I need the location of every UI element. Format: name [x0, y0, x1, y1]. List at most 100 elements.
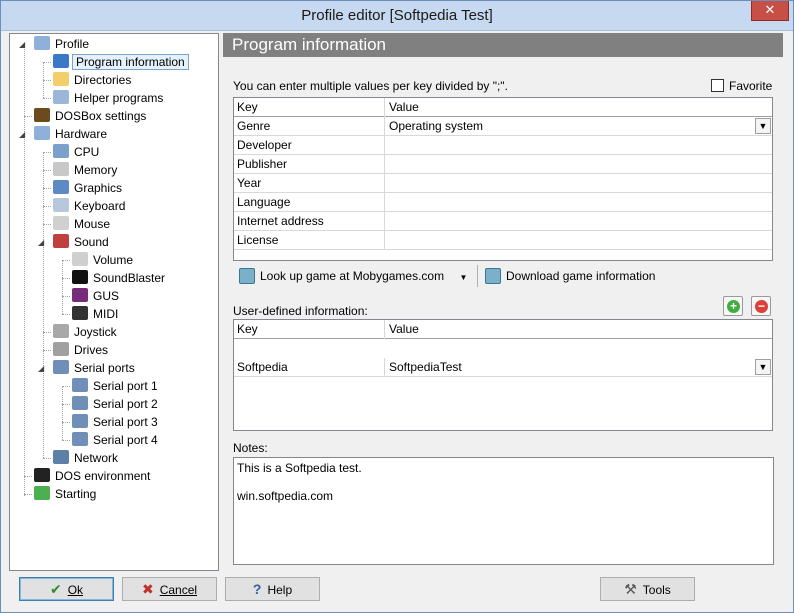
tree-item[interactable]: Helper programs [53, 89, 165, 107]
tree-item[interactable]: Network [53, 449, 120, 467]
minus-icon: − [755, 300, 768, 313]
tree-item[interactable]: DOS environment [34, 467, 152, 485]
tree-item[interactable]: CPU [53, 143, 101, 161]
tree-line [43, 62, 51, 63]
tools-button[interactable]: ⚒ Tools [600, 577, 695, 601]
table-row[interactable]: Developer [234, 136, 772, 155]
tree-item[interactable]: Mouse [53, 215, 112, 233]
tree-item-label: CPU [74, 145, 100, 159]
ok-label: Ok [67, 583, 84, 597]
table-row[interactable]: Genre Operating system ▼ [234, 117, 772, 136]
key-cell[interactable]: License [234, 231, 385, 250]
value-cell[interactable]: SoftpediaTest [386, 358, 772, 377]
keyboard-icon [53, 198, 69, 212]
tree-item[interactable]: MIDI [72, 305, 120, 323]
tree-item[interactable]: Program information [53, 53, 189, 71]
tree-item[interactable]: Volume [72, 251, 135, 269]
key-cell[interactable]: Genre [234, 117, 385, 136]
notes-label: Notes: [233, 441, 268, 455]
key-cell[interactable]: Year [234, 174, 385, 193]
key-cell[interactable]: Developer [234, 136, 385, 155]
lookup-mobygames-button[interactable]: Look up game at Mobygames.com ▼ [239, 265, 467, 287]
ok-button[interactable]: ✔ Ok [19, 577, 114, 601]
question-icon: ? [252, 581, 262, 597]
notes-line: This is a Softpedia test. [237, 461, 362, 475]
checkbox-box[interactable] [711, 79, 724, 92]
tree-item-label: Joystick [74, 325, 117, 339]
notes-textarea[interactable]: This is a Softpedia test. win.softpedia.c… [233, 457, 774, 565]
dos-environment-icon [34, 468, 50, 482]
tree-item[interactable]: Serial port 1 [72, 377, 160, 395]
tree-item[interactable]: SoundBlaster [72, 269, 167, 287]
cancel-button[interactable]: ✖ Cancel [122, 577, 217, 601]
program-information-panel: Program information You can enter multip… [223, 33, 783, 571]
profile-editor-window: Profile editor [Softpedia Test] ✕ Profil… [0, 0, 794, 613]
tree-item[interactable]: Memory [53, 161, 119, 179]
expand-toggle-icon[interactable]: ◢ [38, 238, 47, 247]
chevron-down-icon[interactable]: ▼ [755, 118, 771, 134]
tree-item[interactable]: Sound [53, 233, 111, 251]
tree-line [62, 260, 70, 261]
expand-toggle-icon[interactable]: ◢ [19, 130, 28, 139]
chevron-down-icon[interactable]: ▼ [459, 273, 467, 282]
value-cell[interactable] [386, 136, 772, 155]
soundblaster-icon [72, 270, 88, 284]
tree-item[interactable]: Graphics [53, 179, 124, 197]
key-cell[interactable]: Internet address [234, 212, 385, 231]
tree-item[interactable]: Keyboard [53, 197, 127, 215]
favorite-label: Favorite [729, 79, 773, 93]
tree-line [24, 116, 32, 117]
tree-line [43, 332, 51, 333]
table-row[interactable]: Year [234, 174, 772, 193]
table-row[interactable]: Softpedia SoftpediaTest ▼ [234, 358, 772, 377]
tree-item[interactable]: Joystick [53, 323, 119, 341]
tree-item[interactable]: Serial port 3 [72, 413, 160, 431]
serial-port-icon [72, 378, 88, 392]
tree-item-label: Helper programs [74, 91, 164, 105]
tree-item[interactable]: Starting [34, 485, 98, 503]
settings-tree[interactable]: Profile ◢ Program information Directories He… [9, 33, 219, 571]
value-cell[interactable]: Operating system [386, 117, 772, 136]
tree-item[interactable]: Serial ports [53, 359, 137, 377]
user-defined-grid[interactable]: Key Value Softpedia SoftpediaTest ▼ [233, 319, 773, 431]
tree-item[interactable]: Hardware [34, 125, 109, 143]
tree-item-label: Drives [74, 343, 109, 357]
mouse-icon [53, 216, 69, 230]
tree-item[interactable]: Drives [53, 341, 110, 359]
table-row[interactable]: Language [234, 193, 772, 212]
download-game-info-button[interactable]: Download game information [485, 265, 655, 287]
value-cell[interactable] [386, 212, 772, 231]
chevron-down-icon[interactable]: ▼ [755, 359, 771, 375]
value-cell[interactable] [386, 174, 772, 193]
value-cell[interactable] [386, 155, 772, 174]
graphics-icon [53, 180, 69, 194]
help-button[interactable]: ? Help [225, 577, 320, 601]
tree-line [43, 350, 51, 351]
tree-item-label: Directories [74, 73, 132, 87]
value-cell[interactable] [386, 231, 772, 250]
key-cell[interactable]: Language [234, 193, 385, 212]
tree-line [43, 224, 51, 225]
tree-item-label: MIDI [93, 307, 119, 321]
favorite-checkbox[interactable]: Favorite [711, 79, 772, 93]
tree-item[interactable]: Serial port 2 [72, 395, 160, 413]
table-row[interactable]: Publisher [234, 155, 772, 174]
expand-toggle-icon[interactable]: ◢ [38, 364, 47, 373]
table-row[interactable]: Internet address [234, 212, 772, 231]
value-cell[interactable] [386, 193, 772, 212]
tree-item[interactable]: Serial port 4 [72, 431, 160, 449]
expand-toggle-icon[interactable]: ◢ [19, 40, 28, 49]
tree-item[interactable]: DOSBox settings [34, 107, 148, 125]
key-cell[interactable]: Publisher [234, 155, 385, 174]
table-row[interactable]: License [234, 231, 772, 250]
key-cell[interactable]: Softpedia [234, 358, 385, 377]
remove-entry-button[interactable]: − [751, 296, 771, 316]
tree-item-label: GUS [93, 289, 120, 303]
add-entry-button[interactable]: + [723, 296, 743, 316]
close-button[interactable]: ✕ [751, 1, 789, 21]
folder-icon [53, 72, 69, 86]
program-info-grid[interactable]: Key Value Genre Operating system ▼ Develope… [233, 97, 773, 261]
tree-item[interactable]: GUS [72, 287, 121, 305]
tree-item[interactable]: Profile [34, 35, 91, 53]
tree-item[interactable]: Directories [53, 71, 133, 89]
